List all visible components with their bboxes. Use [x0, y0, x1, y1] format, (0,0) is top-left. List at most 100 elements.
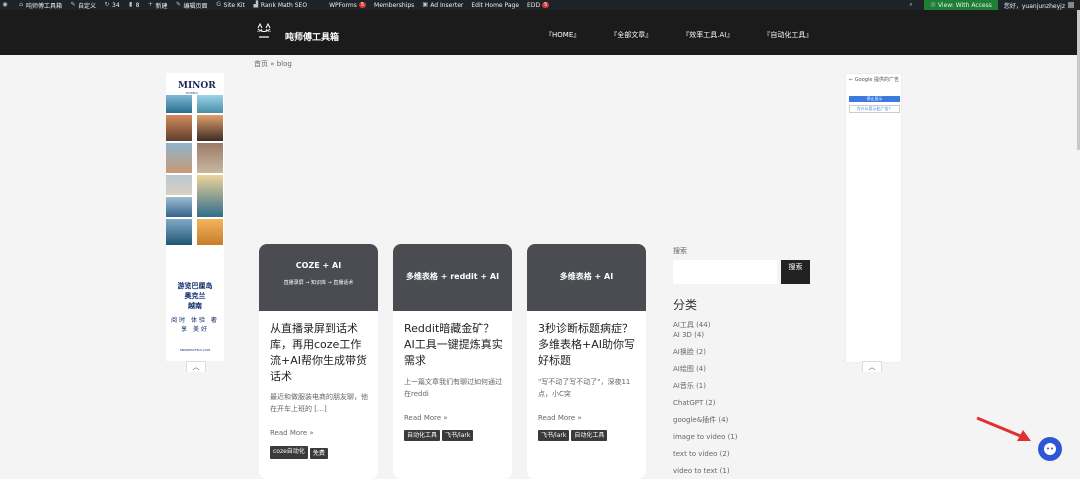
user-greeting[interactable]: 您好，yuanjunzheyjz	[1004, 1, 1065, 10]
category-link[interactable]: AI工具 (44)	[673, 320, 738, 330]
wp-logo-menu[interactable]: ◉	[2, 2, 10, 8]
post-title[interactable]: Reddit暗藏金矿？AI工具一键提炼真实需求	[404, 321, 504, 369]
chat-widget-button[interactable]	[1038, 437, 1062, 461]
rank-math-label: Rank Math SEO	[260, 1, 308, 9]
why-this-ad-button[interactable]: 为什么显示此广告？	[849, 105, 900, 113]
admin-comments[interactable]: ▮ 8	[128, 2, 139, 9]
google-g-icon: G	[216, 1, 221, 8]
ad-photo	[166, 175, 192, 195]
edit-page-label: 编辑页面	[183, 2, 208, 10]
collapse-left-ad-button[interactable]: ︿	[186, 361, 206, 372]
ad-inserter-icon: ▣	[422, 1, 429, 8]
post-excerpt: 最近和做服装电商的朋友聊，他在开车上班的 […]	[270, 393, 368, 413]
breadcrumb[interactable]: 首页 » blog	[254, 59, 292, 69]
post-thumbnail[interactable]: COZE + AI 直播录屏 → 知识库 → 直播话术	[259, 244, 378, 311]
pencil-icon: ✎	[176, 1, 182, 8]
ad-line: 越南	[188, 302, 202, 310]
tag-link[interactable]: 自动化工具	[404, 430, 441, 441]
ad-photo	[197, 115, 223, 141]
admin-edit-page[interactable]: ✎ 编辑页面	[176, 1, 208, 10]
category-link[interactable]: AI绘图 (4)	[673, 364, 738, 374]
admin-site-label: 吨师傅工具箱	[26, 2, 63, 10]
plus-icon: +	[147, 1, 154, 8]
admin-site-kit[interactable]: G Site Kit	[216, 2, 245, 9]
site-kit-label: Site Kit	[223, 1, 245, 9]
category-link[interactable]: AI 3D (4)	[673, 330, 738, 340]
post-excerpt: 上一篇文章我们有聊过如何通过在reddi	[404, 378, 502, 398]
ad-url: MINORHOTELS.COM	[179, 348, 211, 352]
category-link[interactable]: AI音乐 (1)	[673, 381, 738, 391]
post-tags: 飞书/lark 自动化工具	[538, 430, 643, 441]
view-with-access-label: View: With Access	[937, 1, 992, 9]
post-title[interactable]: 3秒诊断标题病症？多维表格+AI助你写好标题	[538, 321, 638, 369]
admin-wpforms[interactable]: WPForms 5	[329, 1, 367, 9]
ad-destinations: 游览巴厘岛 奥克兰 越南	[170, 281, 220, 311]
refresh-icon: ↻	[104, 1, 110, 8]
nav-all-articles[interactable]: 『全部文章』	[610, 30, 652, 40]
collapse-right-ad-button[interactable]: ︿	[862, 361, 882, 372]
search-input[interactable]	[673, 260, 777, 284]
admin-rank-math[interactable]: ▟ Rank Math SEO	[253, 2, 307, 9]
admin-new[interactable]: + 新建	[148, 1, 168, 10]
post-thumbnail[interactable]: 多维表格 + reddit + AI	[393, 244, 512, 311]
admin-ad-inserter[interactable]: ▣ Ad Inserter	[422, 2, 463, 9]
tag-link[interactable]: 飞书/lark	[538, 430, 570, 441]
admin-customize[interactable]: ✎ 自定义	[70, 1, 97, 10]
category-link[interactable]: video to text (1)	[673, 466, 738, 476]
tag-link[interactable]: 免费	[309, 448, 328, 459]
main-nav: 『HOME』 『全部文章』 『效率工具.AI』 『自动化工具』	[545, 30, 812, 40]
ad-photo	[166, 219, 192, 245]
sidebar: 搜索 搜索 分类 AI工具 (44) AI 3D (4) AI换脸 (2) AI…	[673, 246, 813, 475]
ad-slogan: 阅时 体验 奢享 美好	[171, 317, 219, 333]
read-more-link[interactable]: Read More »	[404, 414, 448, 422]
category-link[interactable]: image to video (1)	[673, 432, 738, 442]
nav-home[interactable]: 『HOME』	[545, 30, 580, 40]
post-card[interactable]: COZE + AI 直播录屏 → 知识库 → 直播话术 从直播录屏到话术库，再用…	[259, 244, 378, 479]
category-link[interactable]: google&插件 (4)	[673, 415, 738, 425]
stop-showing-ad-button[interactable]: 停止显示	[849, 96, 900, 102]
search-button-label: 搜索	[788, 263, 803, 271]
category-link[interactable]: ChatGPT (2)	[673, 398, 738, 408]
admin-site-name[interactable]: ⌂ 吨师傅工具箱	[18, 1, 62, 10]
read-more-link[interactable]: Read More »	[538, 414, 582, 422]
search-icon[interactable]: ⌕	[908, 2, 914, 8]
tag-link[interactable]: 自动化工具	[571, 430, 608, 441]
post-card[interactable]: 多维表格 + AI 3秒诊断标题病症？多维表格+AI助你写好标题 "写不动了写不…	[527, 244, 646, 479]
search-label: 搜索	[673, 247, 687, 255]
customize-label: 自定义	[78, 2, 97, 10]
nav-automation[interactable]: 『自动化工具』	[763, 30, 812, 40]
nav-efficiency-ai[interactable]: 『效率工具.AI』	[682, 30, 733, 40]
category-link[interactable]: text to video (2)	[673, 449, 738, 459]
back-arrow-icon[interactable]: ←	[849, 77, 853, 83]
admin-edd[interactable]: EDD 5	[527, 2, 550, 9]
admin-bar: ◉ ⌂ 吨师傅工具箱 ✎ 自定义 ↻ 34 ▮ 8 + 新建 ✎ 编辑页面 G Site Ki…	[0, 0, 1080, 10]
admin-edit-home[interactable]: Edit Home Page	[471, 2, 519, 9]
cat-logo-icon[interactable]	[255, 22, 273, 40]
post-thumbnail[interactable]: 多维表格 + AI	[527, 244, 646, 311]
view-with-access-button[interactable]: ◎ View: With Access	[923, 0, 998, 10]
post-excerpt: "写不动了写不动了"，深夜11点，小C突	[538, 378, 631, 398]
tag-link[interactable]: coze自动化	[270, 446, 308, 459]
wpforms-label: WPForms	[329, 1, 357, 9]
tag-link[interactable]: 飞书/lark	[442, 430, 474, 441]
read-more-link[interactable]: Read More »	[270, 429, 314, 437]
search-button[interactable]: 搜索	[781, 260, 810, 284]
left-ad-banner[interactable]: MINOR HOTELS 游览巴厘岛 奥克兰 越南 阅时 体验 奢享 美好 MINO…	[166, 73, 224, 361]
admin-memberships[interactable]: Memberships	[374, 2, 414, 9]
ad-photo	[197, 143, 223, 173]
thumbnail-title: COZE + AI	[295, 261, 342, 270]
avatar[interactable]	[1068, 2, 1074, 8]
post-title[interactable]: 从直播录屏到话术库，再用coze工作流+AI帮你生成带货话术	[270, 321, 370, 385]
ad-line: 游览巴厘岛	[177, 282, 213, 290]
thumbnail-title: 多维表格 + AI	[559, 272, 614, 281]
eye-icon: ◎	[930, 1, 936, 8]
category-link[interactable]: AI换脸 (2)	[673, 347, 738, 357]
category-list: AI工具 (44) AI 3D (4) AI换脸 (2) AI绘图 (4) AI…	[673, 320, 738, 476]
site-title[interactable]: 吨师傅工具箱	[285, 30, 339, 43]
admin-updates[interactable]: ↻ 34	[104, 2, 120, 9]
wordpress-icon: ◉	[2, 1, 8, 8]
categories-heading: 分类	[673, 298, 698, 312]
thumbnail-subtitle: 直播录屏 → 知识库 → 直播话术	[283, 280, 354, 286]
post-card[interactable]: 多维表格 + reddit + AI Reddit暗藏金矿？AI工具一键提炼真实…	[393, 244, 512, 479]
chevron-up-icon: ︿	[868, 363, 876, 371]
